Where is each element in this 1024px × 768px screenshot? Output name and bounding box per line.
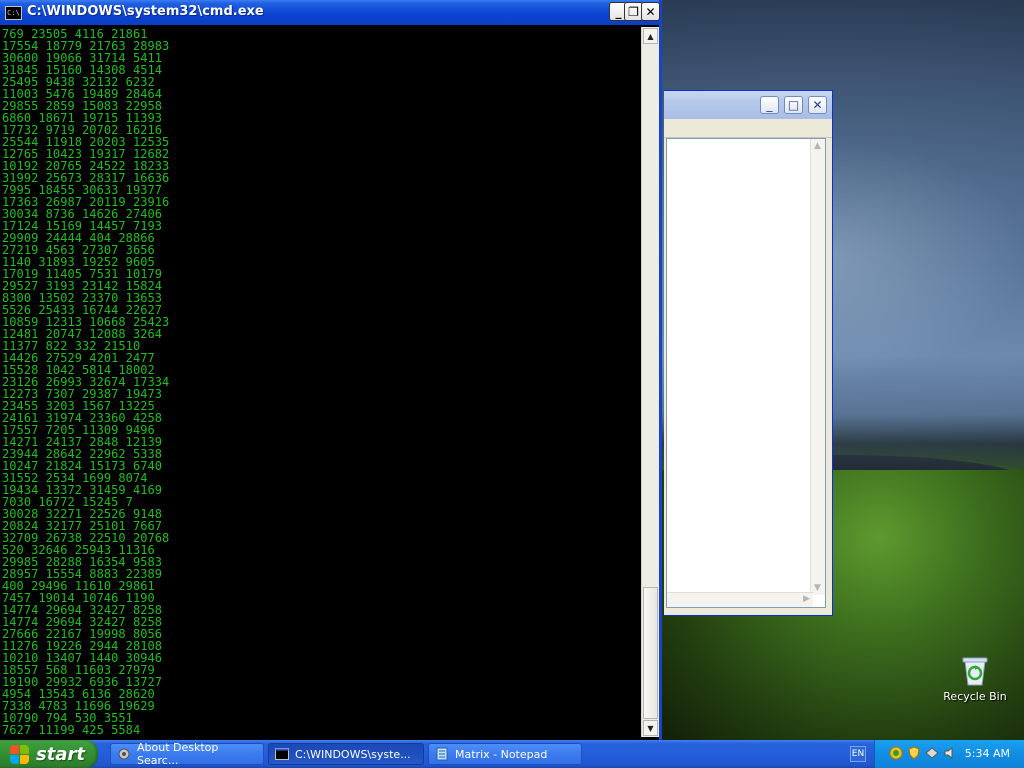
taskbar-item-label: C:\WINDOWS\syste...: [295, 747, 411, 761]
console-output[interactable]: 769 23505 4116 21861 17554 18779 21763 28…: [2, 28, 640, 736]
recycle-bin-label: Recycle Bin: [943, 690, 1007, 703]
cmd-icon: [275, 748, 289, 760]
taskbar-item-label: Matrix - Notepad: [455, 747, 548, 761]
cmd-app-icon: C:\: [5, 6, 22, 20]
maximize-icon: □: [787, 98, 800, 112]
taskbar-item-desktop-search[interactable]: About Desktop Searc...: [110, 741, 264, 767]
notepad-text-area[interactable]: ▲ ▼ ▶: [666, 138, 826, 608]
minimize-icon: _: [766, 98, 773, 112]
devices-icon[interactable]: [925, 746, 939, 760]
cmd-scroll-thumb[interactable]: [643, 587, 658, 719]
notepad-minimize-button[interactable]: _: [760, 96, 779, 114]
notepad-maximize-button[interactable]: □: [784, 96, 803, 114]
security-shield-icon[interactable]: [907, 746, 921, 760]
taskbar-clock[interactable]: 5:34 AM: [965, 747, 1010, 760]
cmd-scroll-down-button[interactable]: ▼: [643, 720, 658, 736]
scroll-down-icon: ▼: [814, 583, 821, 593]
scroll-up-icon: ▲: [814, 141, 821, 151]
cmd-scroll-up-button[interactable]: ▲: [643, 28, 658, 44]
network-icon[interactable]: [889, 746, 903, 760]
close-icon: ✕: [812, 98, 823, 112]
notepad-vertical-scrollbar[interactable]: ▲ ▼: [810, 139, 825, 595]
cmd-title-bar[interactable]: C:\ C:\WINDOWS\system32\cmd.exe _ ❐ ✕: [0, 0, 660, 25]
taskbar-item-label: About Desktop Searc...: [137, 741, 219, 767]
cmd-window-title: C:\WINDOWS\system32\cmd.exe: [27, 4, 264, 19]
close-icon: ✕: [645, 4, 656, 19]
start-button[interactable]: start: [0, 740, 98, 768]
notepad-icon: [436, 747, 448, 761]
system-tray: 5:34 AM: [874, 740, 1024, 768]
cmd-close-button[interactable]: ✕: [641, 2, 660, 21]
taskbar: start About Desktop Searc... C:\WINDOWS\…: [0, 740, 1024, 768]
cmd-window[interactable]: C:\ C:\WINDOWS\system32\cmd.exe _ ❐ ✕ 76…: [0, 0, 662, 740]
notepad-title-bar[interactable]: _ □ ✕: [664, 91, 832, 119]
windows-logo-icon: [8, 743, 30, 765]
recycle-bin-icon: [960, 655, 990, 687]
gear-icon: [118, 748, 130, 760]
scroll-down-icon: ▼: [647, 723, 654, 733]
notepad-menu-bar: [664, 119, 832, 138]
cmd-vertical-scrollbar[interactable]: ▲ ▼: [641, 27, 659, 737]
recycle-bin-desktop-icon[interactable]: Recycle Bin: [940, 655, 1010, 703]
minimize-icon: _: [615, 4, 622, 19]
language-indicator[interactable]: EN: [850, 746, 866, 762]
start-label: start: [36, 743, 85, 765]
speaker-icon[interactable]: [943, 746, 957, 760]
notepad-horizontal-scrollbar[interactable]: ▶: [667, 592, 813, 607]
taskbar-item-notepad[interactable]: Matrix - Notepad: [428, 743, 582, 765]
scroll-up-icon: ▲: [647, 31, 654, 41]
restore-icon: ❐: [628, 4, 639, 19]
notepad-close-button[interactable]: ✕: [808, 96, 827, 114]
notepad-window[interactable]: _ □ ✕ ▲ ▼ ▶: [664, 90, 833, 616]
taskbar-item-cmd[interactable]: C:\WINDOWS\syste...: [268, 743, 424, 765]
scroll-right-icon: ▶: [803, 594, 810, 604]
console-line: 7627 11199 425 5584: [2, 723, 141, 736]
